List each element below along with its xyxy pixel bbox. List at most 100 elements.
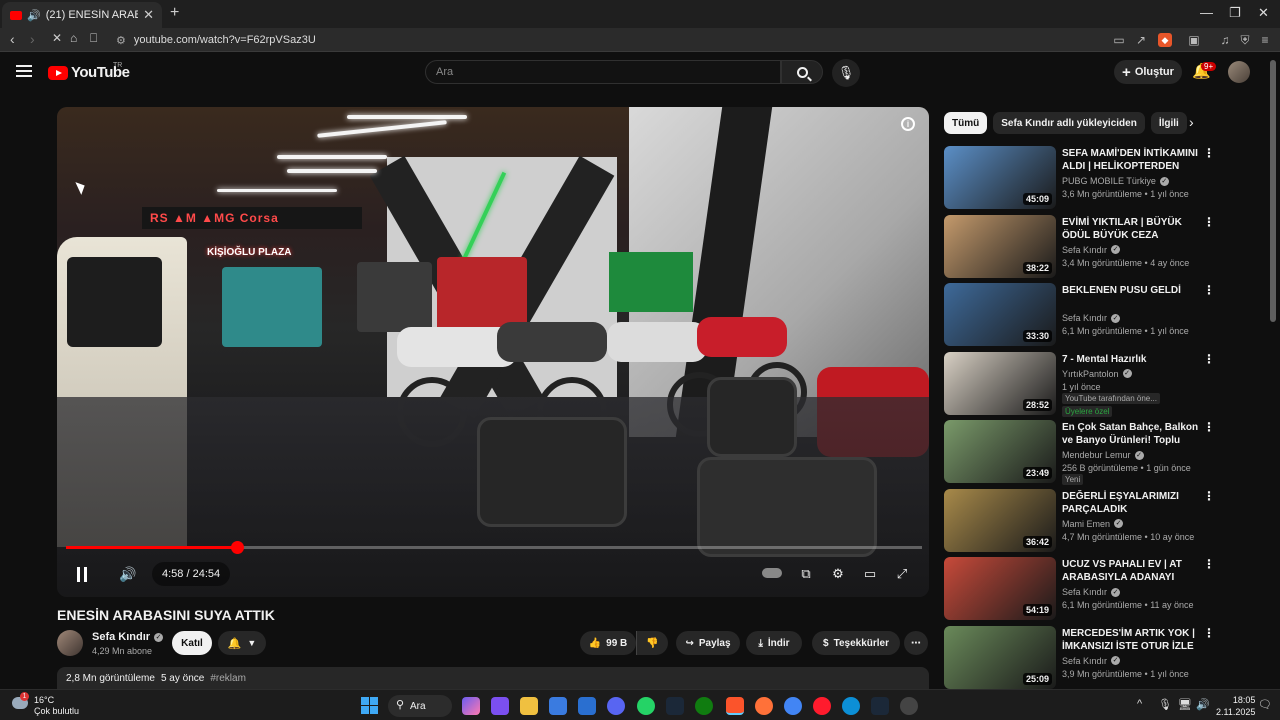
more-vert-icon[interactable]: ⋮: [1203, 420, 1215, 434]
more-vert-icon[interactable]: ⋮: [1203, 626, 1215, 640]
progress-bar[interactable]: [66, 541, 922, 554]
more-vert-icon[interactable]: ⋮: [1203, 557, 1215, 571]
more-vert-icon[interactable]: ⋮: [1203, 215, 1215, 229]
video-thumbnail[interactable]: 45:09: [944, 146, 1056, 209]
url-bar[interactable]: ⚙ youtube.com/watch?v=F62rpVSaz3U: [110, 31, 1100, 49]
brave-browser-icon[interactable]: [726, 697, 744, 715]
recommendation-item[interactable]: 28:52 7 - Mental Hazırlık YırtıkPantolon…: [944, 351, 1264, 417]
recommendation-item[interactable]: 25:09 MERCEDES'İM ARTIK YOK | İMKANSIZI …: [944, 625, 1264, 690]
sidebar-icon[interactable]: ▣: [1187, 33, 1201, 47]
video-thumbnail[interactable]: 36:42: [944, 488, 1056, 552]
steam-icon[interactable]: [666, 697, 684, 715]
chrome-icon[interactable]: [784, 697, 802, 715]
page-scrollbar[interactable]: [1270, 60, 1276, 322]
brave-shields-icon[interactable]: ◆: [1158, 33, 1172, 47]
recommendation-item[interactable]: 45:09 SEFA MAMİ'DEN İNTİKAMINI ALDI | HE…: [944, 146, 1264, 210]
download-button[interactable]: ⤓ İndir: [746, 631, 802, 655]
browser-tab[interactable]: 🔊 (21) ENESİN ARABASINI SUYA ✕: [2, 2, 162, 28]
notification-center-icon[interactable]: 🗨: [1258, 698, 1272, 711]
recommendation-title[interactable]: En Çok Satan Bahçe, Balkon ve Banyo Ürün…: [1062, 421, 1202, 447]
recommendation-channel[interactable]: Mendebur Lemur ✓: [1062, 450, 1144, 460]
close-tab-icon[interactable]: ✕: [143, 7, 154, 23]
subtitles-icon[interactable]: ⧉: [795, 562, 817, 586]
more-vert-icon[interactable]: ⋮: [1203, 146, 1215, 160]
search-button[interactable]: [781, 60, 823, 84]
video-thumbnail[interactable]: 28:52: [944, 351, 1056, 415]
hamburger-menu-icon[interactable]: [16, 65, 32, 77]
dislike-button[interactable]: 👎: [636, 631, 668, 655]
recommendation-item[interactable]: 54:19 UCUZ VS PAHALI EV | AT ARABASIYLA …: [944, 557, 1264, 621]
windows-start-icon[interactable]: [361, 697, 378, 714]
tray-mic-icon[interactable]: 🎙: [1158, 698, 1172, 711]
autoplay-toggle[interactable]: [762, 568, 782, 578]
recommendation-item[interactable]: 23:49 En Çok Satan Bahçe, Balkon ve Bany…: [944, 420, 1264, 485]
network-icon[interactable]: 🖥: [1178, 698, 1192, 711]
outlook-icon[interactable]: [578, 697, 596, 715]
recommendation-title[interactable]: SEFA MAMİ'DEN İNTİKAMINI ALDI | HELİKOPT…: [1062, 147, 1202, 173]
system-clock[interactable]: 18:05 2.11.2025: [1216, 694, 1255, 718]
subscription-bell-button[interactable]: 🔔 ▼: [218, 631, 266, 655]
whatsapp-icon[interactable]: [637, 697, 655, 715]
recommendation-channel[interactable]: Mami Emen ✓: [1062, 519, 1124, 529]
home-icon[interactable]: ⌂: [70, 31, 77, 45]
recommendation-channel[interactable]: Sefa Kındır ✓: [1062, 313, 1121, 323]
chip-all[interactable]: Tümü: [944, 112, 988, 134]
recommendation-item[interactable]: 38:22 EVİMİ YIKTILAR | BÜYÜK ÖDÜL BÜYÜK …: [944, 214, 1264, 279]
recommendation-item[interactable]: 36:42 DEĞERLİ EŞYALARIMIZI PARÇALADIK Ma…: [944, 488, 1264, 553]
hashtag[interactable]: #reklam: [210, 673, 246, 684]
tray-chevron-icon[interactable]: ^: [1137, 698, 1142, 710]
recommendation-channel[interactable]: Sefa Kındır ✓: [1062, 587, 1121, 597]
store-icon[interactable]: [549, 697, 567, 715]
discord-icon[interactable]: [607, 697, 625, 715]
forward-button[interactable]: ›: [30, 31, 35, 47]
recommendation-channel[interactable]: Sefa Kındır ✓: [1062, 656, 1121, 666]
close-window-button[interactable]: ✕: [1258, 5, 1269, 21]
thanks-button[interactable]: $ Teşekkürler: [812, 631, 900, 655]
bookmark-icon[interactable]: ⎕: [90, 31, 97, 46]
description-box[interactable]: 2,8 Mn görüntüleme 5 ay önce #reklam: [57, 667, 929, 689]
like-button[interactable]: 👍 99 B: [580, 631, 636, 655]
media-icon[interactable]: ♫: [1218, 33, 1232, 47]
pause-button[interactable]: [77, 562, 91, 586]
volume-icon[interactable]: 🔊: [119, 562, 136, 586]
back-button[interactable]: ‹: [10, 31, 15, 47]
recommendation-title[interactable]: BEKLENEN PUSU GELDİ: [1062, 284, 1202, 297]
info-icon[interactable]: i: [901, 117, 915, 131]
share-page-icon[interactable]: ↗: [1134, 33, 1148, 47]
file-explorer-icon[interactable]: [520, 697, 538, 715]
volume-tray-icon[interactable]: 🔊: [1196, 698, 1210, 711]
more-actions-button[interactable]: ⋯: [904, 631, 928, 655]
theater-mode-icon[interactable]: ▭: [859, 562, 881, 586]
voice-search-button[interactable]: 🎙: [832, 59, 860, 87]
video-thumbnail[interactable]: 38:22: [944, 214, 1056, 278]
video-thumbnail[interactable]: 23:49: [944, 420, 1056, 483]
stop-loading-icon[interactable]: ✕: [52, 31, 62, 45]
join-button[interactable]: Katıl: [172, 631, 212, 655]
recommendation-channel[interactable]: YırtıkPantolon ✓: [1062, 369, 1132, 379]
restore-button[interactable]: ❐: [1229, 5, 1241, 21]
share-button[interactable]: ↪ Paylaş: [676, 631, 740, 655]
recommendation-title[interactable]: UCUZ VS PAHALI EV | AT ARABASIYLA ADANAY…: [1062, 558, 1202, 584]
fullscreen-icon[interactable]: ⤢: [891, 562, 913, 586]
weather-widget[interactable]: 16°C Çok bulutlu: [34, 695, 79, 717]
create-button[interactable]: + Oluştur: [1114, 60, 1182, 84]
video-thumbnail[interactable]: 54:19: [944, 557, 1056, 620]
settings-gear-icon[interactable]: ⚙: [827, 562, 849, 586]
task-view-icon[interactable]: [491, 697, 509, 715]
site-info-icon[interactable]: ⚙: [116, 34, 126, 47]
cast-icon[interactable]: ▭: [1112, 33, 1126, 47]
recommendation-title[interactable]: 7 - Mental Hazırlık: [1062, 353, 1202, 366]
chevron-right-icon[interactable]: ›: [1189, 114, 1194, 130]
chip-related[interactable]: İlgili: [1150, 112, 1187, 134]
firefox-icon[interactable]: [755, 697, 773, 715]
steam-2-icon[interactable]: [871, 697, 889, 715]
xbox-icon[interactable]: [695, 697, 713, 715]
chip-from-uploader[interactable]: Sefa Kındır adlı yükleyiciden: [993, 112, 1145, 134]
new-tab-button[interactable]: +: [170, 4, 179, 22]
copilot-icon[interactable]: [462, 697, 480, 715]
settings-app-icon[interactable]: [900, 697, 918, 715]
search-input[interactable]: Ara: [425, 60, 781, 84]
browser-menu-icon[interactable]: ≡: [1258, 33, 1272, 47]
more-vert-icon[interactable]: ⋮: [1203, 352, 1215, 366]
channel-name[interactable]: Sefa Kındır ✓: [92, 631, 164, 643]
